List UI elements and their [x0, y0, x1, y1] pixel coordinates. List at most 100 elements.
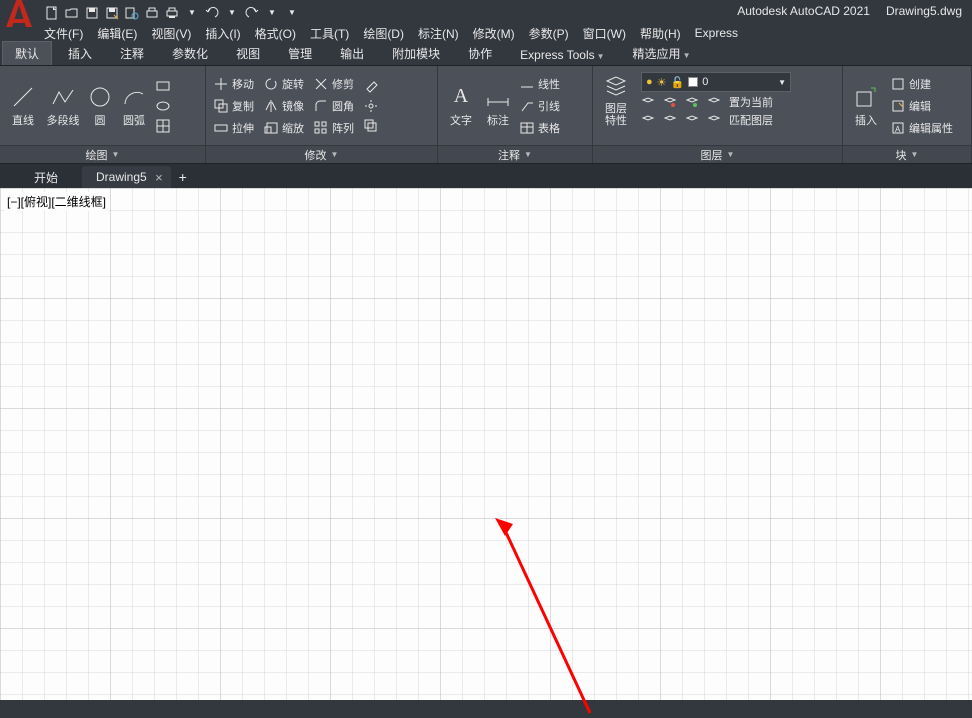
dim-button[interactable]: 标注	[484, 84, 512, 128]
layer-tool-icon[interactable]	[707, 95, 725, 109]
rtab-collab[interactable]: 协作	[456, 42, 504, 65]
rtab-manage[interactable]: 管理	[276, 42, 324, 65]
insert-block-button[interactable]: 插入	[849, 84, 883, 128]
rtab-addon[interactable]: 附加模块	[380, 42, 452, 65]
plot-icon[interactable]	[144, 5, 160, 21]
viewport-label[interactable]: [−][俯视][二维线框]	[4, 192, 109, 211]
rtab-insert[interactable]: 插入	[56, 42, 104, 65]
scale-button[interactable]: 缩放	[262, 119, 306, 137]
qat-more-icon[interactable]: ▼	[284, 5, 300, 21]
text-icon: A	[448, 84, 474, 110]
print-icon[interactable]	[164, 5, 180, 21]
chevron-down-icon[interactable]: ▼	[112, 150, 120, 159]
create-icon	[891, 77, 905, 91]
hatch-icon[interactable]	[156, 119, 170, 133]
layer-tool-icon[interactable]	[707, 113, 725, 127]
rotate-icon	[264, 77, 278, 91]
panel-draw: 直线 多段线 圆 圆弧 绘图▼	[0, 66, 206, 163]
rotate-button[interactable]: 旋转	[262, 75, 306, 93]
rtab-default[interactable]: 默认	[2, 41, 52, 65]
move-button[interactable]: 移动	[212, 75, 256, 93]
menu-file[interactable]: 文件(F)	[44, 25, 83, 42]
set-current-button[interactable]: 置为当前	[729, 94, 773, 110]
rtab-annotate[interactable]: 注释	[108, 42, 156, 65]
add-tab-button[interactable]: +	[171, 166, 195, 188]
menu-draw[interactable]: 绘图(D)	[363, 25, 404, 42]
mirror-button[interactable]: 镜像	[262, 97, 306, 115]
table-icon	[520, 121, 534, 135]
erase-icon[interactable]	[364, 79, 378, 93]
block-create-button[interactable]: 创建	[889, 75, 955, 93]
menu-modify[interactable]: 修改(M)	[473, 25, 515, 42]
fillet-button[interactable]: 圆角	[312, 97, 356, 115]
tab-start[interactable]: 开始	[20, 166, 82, 188]
layer-tool-icon[interactable]	[641, 113, 659, 127]
redo-dd-icon[interactable]: ▼	[264, 5, 280, 21]
menu-view[interactable]: 视图(V)	[151, 25, 191, 42]
tab-drawing[interactable]: Drawing5 ×	[82, 166, 171, 188]
panel-layer: 图层 特性 ● ☀ 🔓 0 ▼ 置为当前	[593, 66, 843, 163]
linear-button[interactable]: 线性	[518, 75, 562, 93]
layer-props-button[interactable]: 图层 特性	[599, 72, 633, 127]
explode-icon[interactable]	[364, 99, 378, 113]
circle-button[interactable]: 圆	[86, 84, 114, 128]
app-logo[interactable]	[0, 0, 38, 33]
copy-icon	[214, 99, 228, 113]
rtab-view[interactable]: 视图	[224, 42, 272, 65]
layer-tool-icon[interactable]	[663, 113, 681, 127]
rtab-express[interactable]: Express Tools▼	[508, 45, 616, 65]
menu-help[interactable]: 帮助(H)	[640, 25, 681, 42]
rtab-featured[interactable]: 精选应用▼	[621, 42, 703, 65]
undo-icon[interactable]	[204, 5, 220, 21]
block-attr-button[interactable]: A编辑属性	[889, 119, 955, 137]
match-layer-button[interactable]: 匹配图层	[729, 112, 773, 128]
polyline-button[interactable]: 多段线	[46, 84, 80, 128]
menu-insert[interactable]: 插入(I)	[205, 25, 240, 42]
menu-format[interactable]: 格式(O)	[255, 25, 296, 42]
ellipse-icon[interactable]	[156, 99, 170, 113]
drawing-area[interactable]: [−][俯视][二维线框]	[0, 188, 972, 700]
text-button[interactable]: A 文字	[444, 84, 478, 128]
menu-param[interactable]: 参数(P)	[529, 25, 569, 42]
trim-button[interactable]: 修剪	[312, 75, 356, 93]
rect-icon[interactable]	[156, 79, 170, 93]
lightbulb-icon: ●	[646, 76, 653, 88]
chevron-down-icon[interactable]: ▼	[331, 150, 339, 159]
close-icon[interactable]: ×	[155, 170, 163, 185]
web-icon[interactable]	[124, 5, 140, 21]
menu-express[interactable]: Express	[695, 26, 738, 40]
layer-tool-icon[interactable]	[685, 95, 703, 109]
array-button[interactable]: 阵列	[312, 119, 356, 137]
menu-tools[interactable]: 工具(T)	[310, 25, 349, 42]
new-icon[interactable]	[44, 5, 60, 21]
table-button[interactable]: 表格	[518, 119, 562, 137]
menu-edit[interactable]: 编辑(E)	[97, 25, 137, 42]
stretch-button[interactable]: 拉伸	[212, 119, 256, 137]
polyline-icon	[50, 84, 76, 110]
layer-combo[interactable]: ● ☀ 🔓 0 ▼	[641, 72, 791, 92]
arc-button[interactable]: 圆弧	[120, 84, 148, 128]
panel-annotate: A 文字 标注 线性 引线 表格 注释▼	[438, 66, 593, 163]
layer-tool-icon[interactable]	[663, 95, 681, 109]
chevron-down-icon[interactable]: ▼	[524, 150, 532, 159]
chevron-down-icon[interactable]: ▼	[727, 150, 735, 159]
app-title: Autodesk AutoCAD 2021	[737, 4, 870, 18]
menu-window[interactable]: 窗口(W)	[583, 25, 626, 42]
rtab-param[interactable]: 参数化	[160, 42, 220, 65]
block-edit-button[interactable]: 编辑	[889, 97, 955, 115]
chevron-down-icon[interactable]: ▼	[911, 150, 919, 159]
open-icon[interactable]	[64, 5, 80, 21]
menu-dim[interactable]: 标注(N)	[418, 25, 459, 42]
rtab-output[interactable]: 输出	[328, 42, 376, 65]
copy-button[interactable]: 复制	[212, 97, 256, 115]
undo-dd-icon[interactable]: ▼	[224, 5, 240, 21]
layer-tool-icon[interactable]	[685, 113, 703, 127]
offset-icon[interactable]	[364, 119, 378, 133]
redo-icon[interactable]	[244, 5, 260, 21]
leader-button[interactable]: 引线	[518, 97, 562, 115]
dropdown-icon[interactable]: ▼	[184, 5, 200, 21]
line-button[interactable]: 直线	[6, 84, 40, 128]
save-icon[interactable]	[84, 5, 100, 21]
layer-tool-icon[interactable]	[641, 95, 659, 109]
saveas-icon[interactable]	[104, 5, 120, 21]
